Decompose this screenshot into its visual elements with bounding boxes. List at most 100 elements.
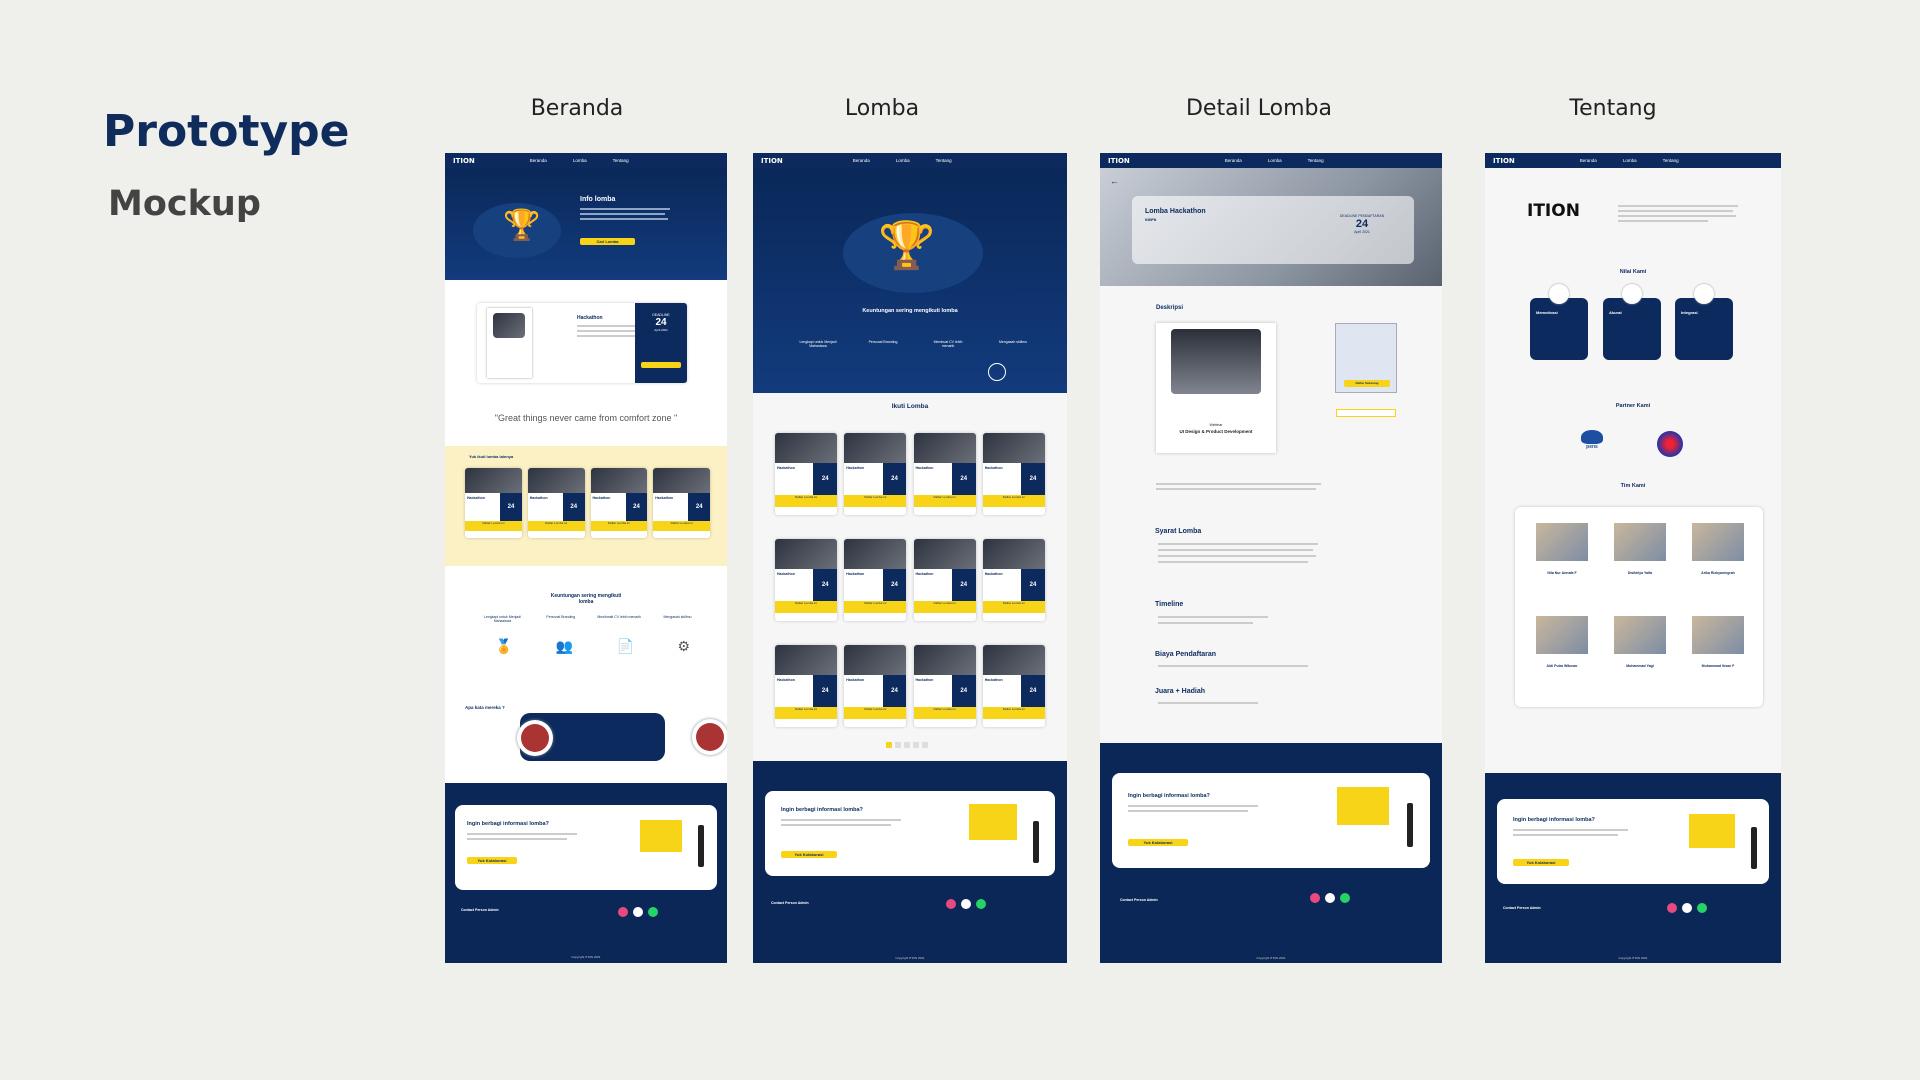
site-logo[interactable]: ITION <box>1493 157 1515 165</box>
lomba-card-button[interactable]: Daftar Lomba ini <box>982 707 1045 719</box>
collab-button[interactable]: Yuk Kolaborasi <box>1513 859 1569 866</box>
nav-beranda[interactable]: Beranda <box>1225 158 1242 163</box>
gear-icon <box>988 363 1006 381</box>
lomba-card[interactable]: Hackathon 24 Daftar Lomba ini <box>844 645 907 727</box>
lomba-card[interactable]: Hackathon 24 Daftar Lomba ini <box>982 645 1045 727</box>
nav-lomba[interactable]: Lomba <box>1623 158 1637 163</box>
gmail-icon[interactable] <box>633 907 643 917</box>
lomba-card-button[interactable]: Daftar Lomba ini <box>653 521 710 531</box>
lomba-card[interactable]: Hackathon 24 Daftar Lomba ini <box>775 539 837 621</box>
team-member: Nila Nur Annafa F <box>1529 523 1595 606</box>
lomba-card-button[interactable]: Daftar Lomba ini <box>844 601 907 613</box>
lomba-card-day: 24 <box>882 568 907 602</box>
nav-tentang[interactable]: Tentang <box>1308 158 1324 163</box>
nav-lomba[interactable]: Lomba <box>1268 158 1282 163</box>
collab-button[interactable]: Yuk Kolaborasi <box>1128 839 1188 846</box>
nav-beranda[interactable]: Beranda <box>1580 158 1597 163</box>
detail-day: 24 <box>1355 218 1369 230</box>
lomba-card[interactable]: Hackathon 24 Daftar Lomba ini <box>465 468 522 538</box>
lomba-card[interactable]: Hackathon 24 Daftar Lomba ini <box>527 468 585 538</box>
nav-lomba[interactable]: Lomba <box>573 158 587 163</box>
lomba-card[interactable]: Hackathon 24 Daftar Lomba ini <box>775 645 837 727</box>
lomba-card-button[interactable]: Daftar Lomba ini <box>775 601 837 613</box>
lomba-card-button[interactable]: Daftar Lomba ini <box>844 495 907 507</box>
lomba-card[interactable]: Hackathon 24 Daftar Lomba ini <box>982 539 1045 621</box>
lomba-card-button[interactable]: Daftar Lomba ini <box>844 707 907 719</box>
lomba-card-button[interactable]: Daftar Lomba ini <box>913 495 976 507</box>
instagram-icon[interactable] <box>618 907 628 917</box>
lomba-card[interactable]: Hackathon 24 Daftar Lomba ini <box>653 468 710 538</box>
lomba-benefit-1: Lengkapi untuk Menjadi Mahasiswa <box>799 340 837 348</box>
nav-tentang[interactable]: Tentang <box>613 158 629 163</box>
lomba-card-button[interactable]: Daftar Lomba ini <box>982 601 1045 613</box>
lomba-card-day: 24 <box>1021 674 1045 708</box>
column-label-detail: Detail Lomba <box>1185 96 1332 121</box>
instagram-icon[interactable] <box>1667 903 1677 913</box>
copyright: Copyright ITION 2021 <box>895 956 925 960</box>
lomba-card-button[interactable]: Daftar Lomba ini <box>982 495 1045 507</box>
whatsapp-icon[interactable] <box>1340 893 1350 903</box>
tentang-mockup: ITION Beranda Lomba Tentang ITION Nilai … <box>1485 153 1781 963</box>
lomba-card-day: 24 <box>688 493 710 522</box>
lomba-card[interactable]: Hackathon 24 Daftar Lomba ini <box>590 468 648 538</box>
back-arrow-icon[interactable]: ← <box>1110 176 1119 186</box>
whatsapp-icon[interactable] <box>1697 903 1707 913</box>
whatsapp-icon[interactable] <box>648 907 658 917</box>
nav-lomba[interactable]: Lomba <box>896 158 910 163</box>
pagination[interactable] <box>886 742 928 748</box>
lomba-card[interactable]: Hackathon 24 Daftar Lomba ini <box>844 433 907 515</box>
lomba-card-day: 24 <box>882 674 907 708</box>
navbar: ITION Beranda Lomba Tentang <box>445 153 727 168</box>
instagram-icon[interactable] <box>946 899 956 909</box>
gmail-icon[interactable] <box>1325 893 1335 903</box>
syarat-title: Syarat Lomba <box>1155 528 1202 535</box>
team-photo <box>1614 523 1666 561</box>
collab-button[interactable]: Yuk Kolaborasi <box>467 857 517 864</box>
lomba-card[interactable]: Hackathon 24 Daftar Lomba ini <box>844 539 907 621</box>
lomba-card-button[interactable]: Daftar Lomba ini <box>913 707 976 719</box>
lomba-card-day: 24 <box>951 462 976 496</box>
nav-beranda[interactable]: Beranda <box>530 158 547 163</box>
lomba-card[interactable]: Hackathon 24 Daftar Lomba ini <box>775 433 837 515</box>
lomba-card-button[interactable]: Daftar Lomba ini <box>913 601 976 613</box>
lomba-card-name: Hackathon <box>984 571 1003 576</box>
cv-icon: 📄 <box>616 638 635 654</box>
lomba-card[interactable]: Hackathon 24 Daftar Lomba ini <box>913 539 976 621</box>
nav-tentang[interactable]: Tentang <box>936 158 952 163</box>
gmail-icon[interactable] <box>961 899 971 909</box>
daftar-button[interactable]: Daftar Sekarang <box>1344 380 1390 387</box>
lomba-card-image <box>913 539 976 569</box>
collab-card: Ingin berbagi informasi lomba? Yuk Kolab… <box>455 805 717 890</box>
contact-title: Contact Person Admin <box>771 901 809 905</box>
site-logo[interactable]: ITION <box>761 157 783 165</box>
lomba-card-button[interactable]: Daftar Lomba ini <box>527 521 585 531</box>
team-photo <box>1692 523 1744 561</box>
lomba-card-button[interactable]: Daftar Lomba ini <box>465 521 522 531</box>
lomba-card-button[interactable]: Daftar Lomba ini <box>775 707 837 719</box>
lomba-card-button[interactable]: Daftar Lomba ini <box>590 521 648 531</box>
slide-subtitle: Mockup <box>108 184 261 224</box>
column-label-beranda: Beranda <box>530 96 624 121</box>
gmail-icon[interactable] <box>1682 903 1692 913</box>
lomba-card[interactable]: Hackathon 24 Daftar Lomba ini <box>982 433 1045 515</box>
detail-hero: ← Lomba Hackathon KMIPN DEADLINE PENDAFT… <box>1100 168 1442 286</box>
nav-tentang[interactable]: Tentang <box>1663 158 1679 163</box>
featured-card[interactable]: Hackathon DEADLINE 24 April 2021 <box>477 303 687 383</box>
nav-beranda[interactable]: Beranda <box>853 158 870 163</box>
column-label-lomba: Lomba <box>844 96 920 121</box>
whatsapp-icon[interactable] <box>976 899 986 909</box>
contact-title: Contact Person Admin <box>1503 906 1541 910</box>
lomba-card-button[interactable]: Daftar Lomba ini <box>775 495 837 507</box>
nilai-card-1: Memotivasi <box>1530 284 1588 360</box>
instagram-icon[interactable] <box>1310 893 1320 903</box>
lomba-card-day: 24 <box>813 568 837 602</box>
collab-button[interactable]: Yuk Kolaborasi <box>781 851 837 858</box>
lomba-card[interactable]: Hackathon 24 Daftar Lomba ini <box>913 645 976 727</box>
site-logo[interactable]: ITION <box>1108 157 1130 165</box>
lomba-card[interactable]: Hackathon 24 Daftar Lomba ini <box>913 433 976 515</box>
featured-month: April 2021 <box>654 328 668 332</box>
footer: Ingin berbagi informasi lomba? Yuk Kolab… <box>1485 773 1781 963</box>
site-logo[interactable]: ITION <box>453 157 475 165</box>
cari-lomba-button[interactable]: Cari Lomba <box>580 238 635 245</box>
secondary-button[interactable] <box>1336 409 1396 417</box>
